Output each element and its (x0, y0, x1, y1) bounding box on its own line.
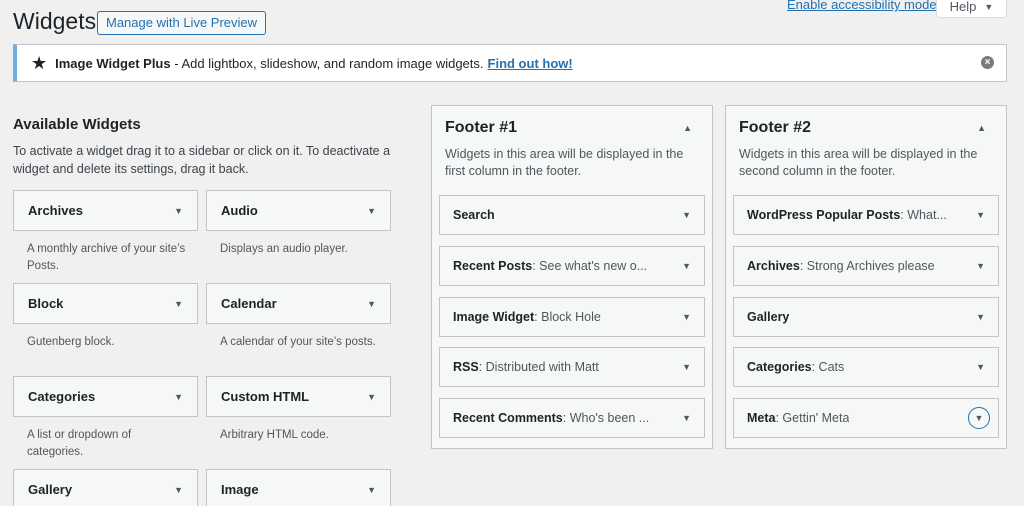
widget-name: Gallery (747, 310, 790, 324)
chevron-down-icon[interactable]: ▼ (174, 206, 183, 216)
widget-name: Archives (28, 203, 83, 218)
sidebar-widget[interactable]: Recent Posts: See what's new o... ▼ (439, 246, 705, 286)
collapse-arrow-icon[interactable]: ▲ (977, 123, 986, 133)
widget-name: Search (453, 208, 495, 222)
widget-name: WordPress Popular Posts (747, 208, 901, 222)
widget-archives[interactable]: Archives ▼ (13, 190, 198, 231)
chevron-down-icon[interactable]: ▼ (367, 206, 376, 216)
dismiss-notice-icon[interactable]: × (981, 56, 994, 69)
widget-image[interactable]: Image ▼ (206, 469, 391, 506)
chevron-down-icon[interactable]: ▼ (174, 485, 183, 495)
widget-description: A monthly archive of your site’s Posts. (27, 243, 186, 272)
widget-instance-title: : Distributed with Matt (478, 360, 599, 374)
page-title: Widgets (13, 8, 97, 34)
chevron-down-icon[interactable]: ▼ (367, 392, 376, 402)
widget-name: Image (221, 482, 259, 497)
sidebar-footer-1: Footer #1 ▲ Widgets in this area will be… (431, 105, 713, 449)
chevron-down-icon[interactable]: ▼ (367, 299, 376, 309)
caret-down-icon: ▼ (984, 1, 994, 12)
help-tab-button[interactable]: Help ▼ (936, 0, 1007, 18)
widget-block[interactable]: Block ▼ (13, 283, 198, 324)
sidebar-description: Widgets in this area will be displayed i… (739, 147, 978, 178)
sidebar-title[interactable]: Footer #2 (739, 119, 811, 137)
widget-name: Meta (747, 411, 776, 425)
chevron-down-icon[interactable]: ▼ (682, 413, 691, 423)
sidebar-widget[interactable]: WordPress Popular Posts: What... ▼ (733, 195, 999, 235)
available-widgets-description: To activate a widget drag it to a sideba… (13, 144, 391, 176)
sidebar-footer-2: Footer #2 ▲ Widgets in this area will be… (725, 105, 1007, 449)
widget-name: Categories (28, 389, 96, 404)
collapse-arrow-icon[interactable]: ▲ (683, 123, 692, 133)
widget-custom-html[interactable]: Custom HTML ▼ (206, 376, 391, 417)
widget-description: A list or dropdown of categories. (27, 429, 132, 458)
widget-instance-title: : Who's been ... (562, 411, 650, 425)
sidebar-title[interactable]: Footer #1 (445, 119, 517, 137)
widget-instance-title: : Gettin' Meta (775, 411, 850, 425)
widget-instance-title: : See what's new o... (532, 259, 648, 273)
available-widgets-heading: Available Widgets (13, 116, 141, 133)
chevron-down-icon[interactable]: ▼ (682, 312, 691, 322)
sidebar-widget[interactable]: Archives: Strong Archives please ▼ (733, 246, 999, 286)
manage-live-preview-button[interactable]: Manage with Live Preview (97, 11, 267, 35)
chevron-down-icon[interactable]: ▼ (976, 312, 985, 322)
widget-instance-title: : Block Hole (534, 310, 601, 324)
chevron-down-icon[interactable]: ▼ (682, 210, 691, 220)
widget-categories[interactable]: Categories ▼ (13, 376, 198, 417)
notice-plugin-name: Image Widget Plus (55, 55, 171, 71)
widget-name: RSS (453, 360, 479, 374)
chevron-down-icon[interactable]: ▼ (682, 261, 691, 271)
chevron-down-icon[interactable]: ▼ (976, 210, 985, 220)
widget-name: Calendar (221, 296, 277, 311)
widget-name: Gallery (28, 482, 73, 497)
widget-description: Gutenberg block. (27, 336, 115, 348)
widget-name: Recent Posts (453, 259, 533, 273)
widget-description: Arbitrary HTML code. (220, 429, 329, 441)
widget-instance-title: : Cats (811, 360, 845, 374)
widget-description: A calendar of your site’s posts. (220, 336, 376, 348)
widget-name: Audio (221, 203, 258, 218)
sidebar-widget[interactable]: Search ▼ (439, 195, 705, 235)
chevron-down-icon[interactable]: ▼ (976, 362, 985, 372)
chevron-down-icon[interactable]: ▼ (976, 261, 985, 271)
sidebar-widget[interactable]: Gallery ▼ (733, 297, 999, 337)
find-out-how-link[interactable]: Find out how! (488, 56, 573, 71)
sidebar-widget[interactable]: RSS: Distributed with Matt ▼ (439, 347, 705, 387)
widget-name: Image Widget (453, 310, 535, 324)
sidebar-widget[interactable]: Image Widget: Block Hole ▼ (439, 297, 705, 337)
widget-name: Recent Comments (453, 411, 563, 425)
enable-accessibility-mode-link[interactable]: Enable accessibility mode (787, 0, 937, 12)
notice-text: - Add lightbox, slideshow, and random im… (170, 55, 484, 71)
widget-gallery[interactable]: Gallery ▼ (13, 469, 198, 506)
chevron-down-icon[interactable]: ▼ (174, 299, 183, 309)
widget-name: Categories (747, 360, 812, 374)
plugin-notice: ★ Image Widget Plus - Add lightbox, slid… (13, 44, 1007, 82)
widget-name: Block (28, 296, 64, 311)
widget-instance-title: : What... (900, 208, 947, 222)
sidebar-widget[interactable]: Categories: Cats ▼ (733, 347, 999, 387)
widget-description: Displays an audio player. (220, 243, 348, 255)
sidebar-widget[interactable]: Meta: Gettin' Meta ▼ (733, 398, 999, 438)
widget-calendar[interactable]: Calendar ▼ (206, 283, 391, 324)
chevron-down-icon[interactable]: ▼ (174, 392, 183, 402)
widget-name: Custom HTML (221, 389, 310, 404)
star-icon: ★ (31, 53, 48, 73)
help-label: Help (949, 0, 977, 14)
chevron-down-icon[interactable]: ▼ (367, 485, 376, 495)
chevron-down-icon[interactable]: ▼ (968, 407, 990, 429)
sidebar-description: Widgets in this area will be displayed i… (445, 147, 684, 178)
widget-name: Archives (747, 259, 800, 273)
chevron-down-icon[interactable]: ▼ (682, 362, 691, 372)
sidebar-widget[interactable]: Recent Comments: Who's been ... ▼ (439, 398, 705, 438)
widget-audio[interactable]: Audio ▼ (206, 190, 391, 231)
widget-instance-title: : Strong Archives please (799, 259, 935, 273)
